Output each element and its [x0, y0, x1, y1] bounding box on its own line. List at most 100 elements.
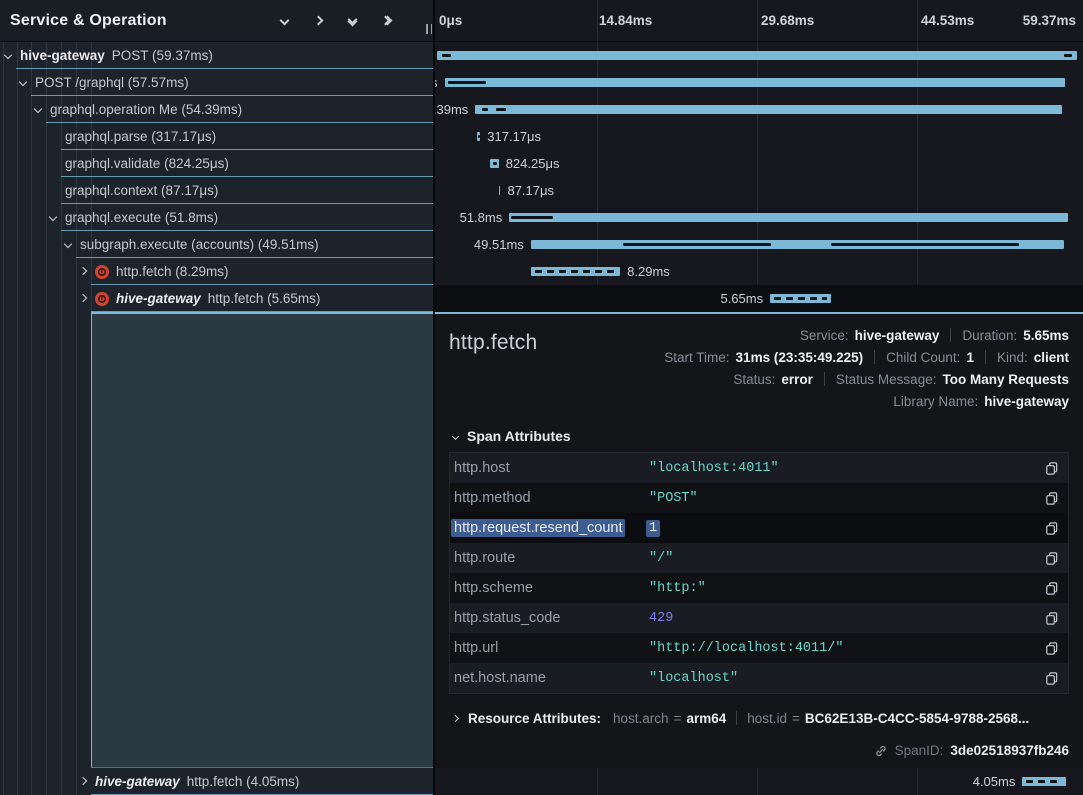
attribute-key: http.method	[454, 490, 649, 506]
toggle-children-icon[interactable]	[79, 294, 87, 302]
timeline-row-subgraph-execute-accounts[interactable]: 49.51ms	[435, 231, 1083, 258]
span-detail-panel: http.fetch Service:hive-gatewayDuration:…	[435, 312, 1083, 768]
copy-icon	[1044, 521, 1059, 536]
attribute-row-net-host-name[interactable]: net.host.name"localhost"	[450, 663, 1068, 693]
meta-label: Status:	[733, 372, 775, 387]
panel-title: Service & Operation	[10, 12, 167, 30]
span-bar-http-fetch-4ms[interactable]	[1022, 777, 1066, 786]
copy-value-button[interactable]	[1044, 671, 1059, 686]
span-meta: Service:hive-gatewayDuration:5.65msStart…	[664, 324, 1069, 412]
timeline-row-graphql-validate[interactable]: 824.25μs	[435, 150, 1083, 177]
span-bar-graphql-operation-me[interactable]	[475, 105, 1061, 114]
tree-row-subgraph-execute-accounts[interactable]: subgraph.execute (accounts) (49.51ms)	[0, 231, 433, 258]
span-bar-graphql-parse[interactable]	[477, 132, 480, 141]
span-attributes-toggle[interactable]: Span Attributes	[453, 428, 1069, 444]
copy-value-button[interactable]	[1044, 611, 1059, 626]
toggle-children-icon[interactable]	[34, 105, 42, 113]
resource-attributes-toggle[interactable]: Resource Attributes: host.arch=arm64host…	[449, 704, 1069, 732]
attribute-row-http-route[interactable]: http.route"/"	[450, 543, 1068, 573]
bar-duration-label: 317.17μs	[487, 123, 541, 150]
toggle-children-icon[interactable]	[79, 267, 87, 275]
meta-line: Library Name:hive-gateway	[893, 390, 1069, 412]
toggle-children-icon[interactable]	[49, 213, 57, 221]
tree-row-graphql-context[interactable]: graphql.context (87.17μs)	[0, 177, 433, 204]
timeline-row-graphql-context[interactable]: 87.17μs	[435, 177, 1083, 204]
span-detail-header: http.fetch Service:hive-gatewayDuration:…	[449, 324, 1069, 412]
panel-resize-grip[interactable]	[426, 24, 432, 34]
span-bar-http-fetch-8ms[interactable]	[531, 267, 620, 276]
tree-row-http-fetch-4ms[interactable]: hive-gatewayhttp.fetch (4.05ms)	[0, 768, 433, 795]
span-bar-hive-gateway-post[interactable]	[437, 51, 1077, 60]
ruler-tick: 0μs	[439, 13, 462, 28]
tree-row-graphql-operation-me[interactable]: graphql.operation Me (54.39ms)	[0, 96, 433, 123]
operation-label: graphql.operation Me (54.39ms)	[50, 102, 242, 117]
toggle-children-icon[interactable]	[4, 51, 12, 59]
collapse-all-icon[interactable]	[345, 14, 359, 28]
copy-value-button[interactable]	[1044, 461, 1059, 476]
tree-row-http-fetch-8ms[interactable]: !http.fetch (8.29ms)	[0, 258, 433, 285]
timeline-row-http-fetch-8ms[interactable]: 8.29ms	[435, 258, 1083, 285]
span-bar-http-fetch-5ms[interactable]	[770, 294, 831, 303]
operation-label: graphql.parse (317.17μs)	[65, 129, 216, 144]
attribute-row-http-scheme[interactable]: http.scheme"http:"	[450, 573, 1068, 603]
span-bar-graphql-context[interactable]	[499, 186, 501, 195]
timeline-row-hive-gateway-post[interactable]: 59.37ms	[435, 42, 1083, 69]
tree-row-post-graphql[interactable]: POST /graphql (57.57ms)	[0, 69, 433, 96]
ruler-tick: 14.84ms	[599, 13, 652, 28]
attribute-key: http.route	[454, 550, 649, 566]
attribute-value: 429	[649, 611, 673, 626]
meta-value: 1	[966, 350, 974, 365]
expand-one-icon[interactable]	[311, 14, 325, 28]
span-bar-graphql-execute[interactable]	[509, 213, 1067, 222]
toggle-children-icon[interactable]	[79, 777, 87, 785]
meta-value: error	[781, 372, 813, 387]
copy-icon	[1044, 641, 1059, 656]
timeline-row-graphql-execute[interactable]: 51.8ms	[435, 204, 1083, 231]
toggle-children-icon[interactable]	[19, 78, 27, 86]
meta-label: Duration:	[962, 328, 1017, 343]
span-id-label: SpanID:	[895, 743, 944, 758]
tree-header: Service & Operation	[0, 0, 433, 42]
timeline-row-post-graphql[interactable]: 57.57ms	[435, 69, 1083, 96]
attribute-row-http-url[interactable]: http.url"http://localhost:4011/"	[450, 633, 1068, 663]
toggle-children-icon[interactable]	[64, 240, 72, 248]
tree-row-graphql-execute[interactable]: graphql.execute (51.8ms)	[0, 204, 433, 231]
copy-value-button[interactable]	[1044, 551, 1059, 566]
timeline-row-http-fetch-4ms[interactable]: 4.05ms	[435, 768, 1083, 795]
expand-all-icon[interactable]	[379, 14, 393, 28]
meta-value: hive-gateway	[855, 328, 940, 343]
ruler-tick: 44.53ms	[921, 13, 974, 28]
copy-value-button[interactable]	[1044, 521, 1059, 536]
copy-value-button[interactable]	[1044, 491, 1059, 506]
timeline-row-http-fetch-5ms[interactable]: 5.65ms	[435, 285, 1083, 312]
tree-row-hive-gateway-post[interactable]: hive-gatewayPOST (59.37ms)	[0, 42, 433, 69]
operation-label: http.fetch (8.29ms)	[116, 264, 229, 279]
span-bar-graphql-validate[interactable]	[490, 159, 499, 168]
copy-value-button[interactable]	[1044, 641, 1059, 656]
collapse-one-icon[interactable]	[277, 14, 291, 28]
link-icon[interactable]	[874, 744, 888, 758]
meta-line: Service:hive-gatewayDuration:5.65ms	[800, 324, 1069, 346]
meta-divider	[824, 372, 825, 386]
attribute-key: http.status_code	[454, 610, 649, 626]
copy-icon	[1044, 581, 1059, 596]
span-bar-post-graphql[interactable]	[445, 78, 1066, 87]
timeline-row-graphql-parse[interactable]: 317.17μs	[435, 123, 1083, 150]
resource-attributes-title: Resource Attributes:	[468, 711, 601, 726]
tree-row-http-fetch-5ms[interactable]: !hive-gatewayhttp.fetch (5.65ms)	[0, 285, 433, 312]
bar-duration-label: 87.17μs	[507, 177, 554, 204]
span-bar-subgraph-execute-accounts[interactable]	[531, 240, 1065, 249]
child-span-mark	[496, 108, 506, 111]
attribute-value: "http:"	[649, 581, 706, 596]
copy-value-button[interactable]	[1044, 581, 1059, 596]
tree-row-graphql-validate[interactable]: graphql.validate (824.25μs)	[0, 150, 433, 177]
attribute-key: http.url	[454, 640, 649, 656]
timeline-row-graphql-operation-me[interactable]: 54.39ms	[435, 96, 1083, 123]
tree-row-graphql-parse[interactable]: graphql.parse (317.17μs)	[0, 123, 433, 150]
attribute-row-http-request-resend_count[interactable]: http.request.resend_count1	[450, 513, 1068, 543]
attribute-row-http-method[interactable]: http.method"POST"	[450, 483, 1068, 513]
attribute-row-http-status_code[interactable]: http.status_code429	[450, 603, 1068, 633]
child-span-mark	[511, 216, 553, 219]
child-span-mark	[482, 108, 488, 111]
attribute-row-http-host[interactable]: http.host"localhost:4011"	[450, 453, 1068, 483]
